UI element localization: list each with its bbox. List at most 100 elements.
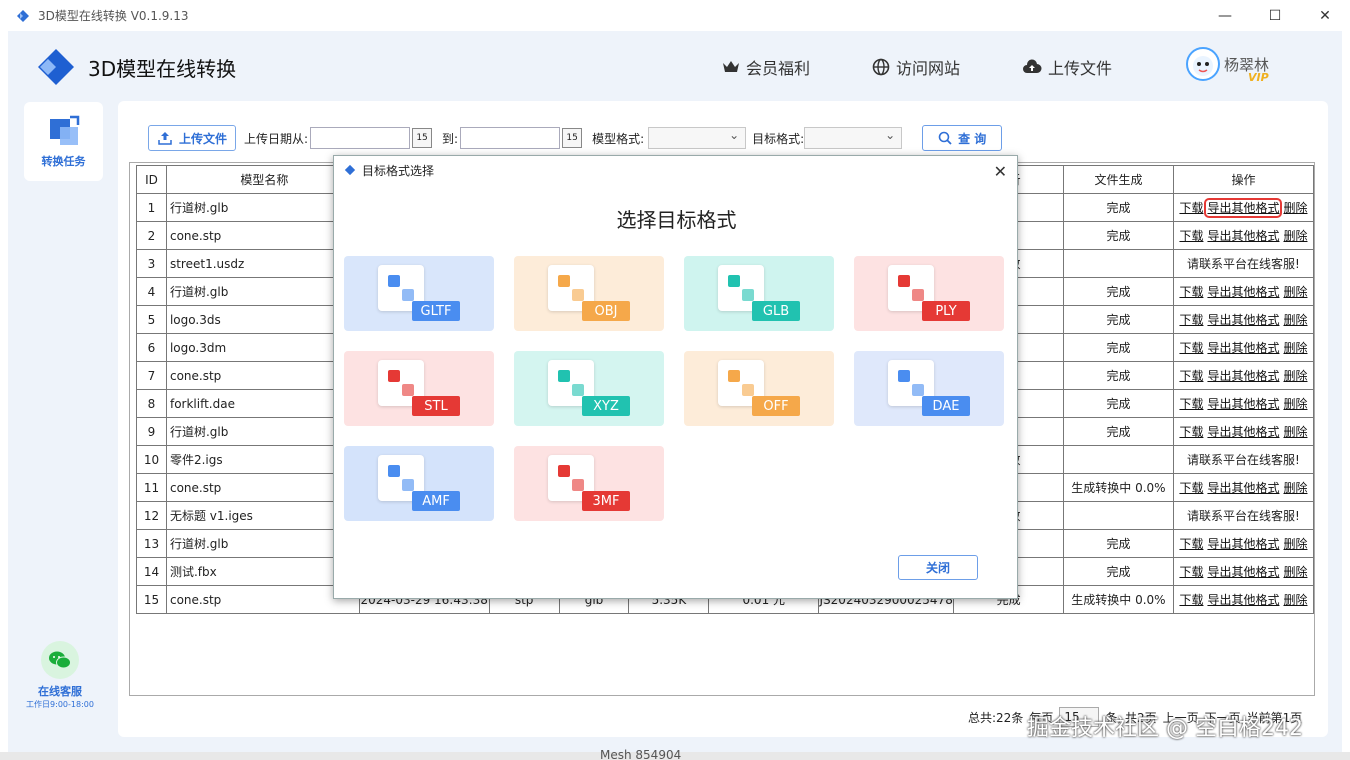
format-option-gltf[interactable]: GLTF (344, 256, 494, 331)
date-from-label: 上传日期从: (244, 131, 309, 146)
row-id: 9 (136, 417, 167, 446)
row-id: 13 (136, 529, 167, 558)
format-label: GLTF (412, 301, 460, 321)
export-other-format-link[interactable]: 导出其他格式 (1207, 425, 1279, 439)
download-link[interactable]: 下载 (1179, 481, 1203, 495)
export-other-format-link[interactable]: 导出其他格式 (1207, 229, 1279, 243)
download-link[interactable]: 下载 (1179, 201, 1203, 215)
sidebar-item-convert-tasks[interactable]: 转换任务 (24, 102, 103, 181)
delete-link[interactable]: 删除 (1283, 537, 1307, 551)
delete-link[interactable]: 删除 (1283, 425, 1307, 439)
crown-icon (723, 61, 739, 72)
dialog-close-button[interactable]: 关闭 (898, 555, 978, 580)
close-window-button[interactable]: ✕ (1300, 0, 1350, 31)
format-label: PLY (922, 301, 970, 321)
export-other-format-link[interactable]: 导出其他格式 (1207, 593, 1279, 607)
row-id: 10 (136, 445, 167, 474)
date-to-input[interactable] (460, 127, 561, 149)
format-option-stl[interactable]: STL (344, 351, 494, 426)
export-other-format-link[interactable]: 导出其他格式 (1204, 198, 1283, 218)
format-option-dae[interactable]: DAE (854, 351, 1004, 426)
ops-cell: 下载 导出其他格式 删除 (1172, 361, 1314, 390)
format-option-glb[interactable]: GLB (684, 256, 834, 331)
calendar-day: 15 (416, 133, 428, 143)
format-option-xyz[interactable]: XYZ (514, 351, 664, 426)
query-button[interactable]: 查 询 (922, 125, 1003, 151)
download-link[interactable]: 下载 (1179, 285, 1203, 299)
download-link[interactable]: 下载 (1179, 313, 1203, 327)
maximize-button[interactable]: ☐ (1250, 0, 1300, 31)
download-link[interactable]: 下载 (1179, 593, 1203, 607)
row-generate: 完成 (1062, 277, 1174, 306)
format-label: XYZ (582, 396, 630, 416)
delete-link[interactable]: 删除 (1283, 481, 1307, 495)
download-link[interactable]: 下载 (1179, 229, 1203, 243)
calendar-icon[interactable]: 15 (562, 128, 583, 148)
row-id: 11 (136, 473, 167, 502)
nav-upload-file[interactable]: 上传文件 (1022, 55, 1112, 79)
format-label: GLB (752, 301, 800, 321)
nav-visit-website[interactable]: 访问网站 (872, 55, 960, 79)
export-other-format-link[interactable]: 导出其他格式 (1207, 565, 1279, 579)
delete-link[interactable]: 删除 (1283, 313, 1307, 327)
row-generate: 完成 (1062, 361, 1174, 390)
download-link[interactable]: 下载 (1179, 565, 1203, 579)
row-generate: 生成转换中 0.0% (1062, 585, 1174, 614)
delete-link[interactable]: 删除 (1283, 369, 1307, 383)
row-generate: 完成 (1062, 221, 1174, 250)
delete-link[interactable]: 删除 (1283, 593, 1307, 607)
nav-label: 访问网站 (896, 59, 961, 78)
delete-link[interactable]: 删除 (1283, 397, 1307, 411)
row-id: 15 (136, 585, 167, 614)
format-option-obj[interactable]: OBJ (514, 256, 664, 331)
support-hours: 工作日9:00-18:00 (26, 700, 94, 709)
dialog-close-icon[interactable]: ✕ (994, 162, 1007, 181)
format-option-amf[interactable]: AMF (344, 446, 494, 521)
download-link[interactable]: 下载 (1179, 369, 1203, 383)
upload-file-button[interactable]: 上传文件 (148, 125, 236, 151)
export-other-format-link[interactable]: 导出其他格式 (1207, 481, 1279, 495)
ops-cell: 下载 导出其他格式 删除 (1172, 417, 1314, 446)
format-option-ply[interactable]: PLY (854, 256, 1004, 331)
delete-link[interactable]: 删除 (1283, 229, 1307, 243)
export-other-format-link[interactable]: 导出其他格式 (1207, 285, 1279, 299)
export-other-format-link[interactable]: 导出其他格式 (1207, 341, 1279, 355)
app-logo-icon (344, 164, 356, 176)
download-link[interactable]: 下载 (1179, 341, 1203, 355)
row-id: 4 (136, 277, 167, 306)
export-other-format-link[interactable]: 导出其他格式 (1207, 397, 1279, 411)
online-support[interactable]: 在线客服 工作日9:00-18:00 (16, 641, 104, 710)
calendar-icon[interactable]: 15 (412, 128, 433, 148)
delete-link[interactable]: 删除 (1283, 285, 1307, 299)
delete-link[interactable]: 删除 (1283, 565, 1307, 579)
nav-member-benefits[interactable]: 会员福利 (722, 55, 810, 79)
globe-icon (872, 58, 890, 76)
model-format-select[interactable] (648, 127, 747, 149)
row-id: 7 (136, 361, 167, 390)
ops-cell: 下载 导出其他格式 删除 (1172, 529, 1314, 558)
minimize-button[interactable]: — (1200, 0, 1250, 31)
export-other-format-link[interactable]: 导出其他格式 (1207, 313, 1279, 327)
ops-cell: 下载 导出其他格式 删除 (1172, 389, 1314, 418)
date-from-input[interactable] (310, 127, 411, 149)
format-option-3mf[interactable]: 3MF (514, 446, 664, 521)
export-other-format-link[interactable]: 导出其他格式 (1207, 369, 1279, 383)
ops-cell: 下载 导出其他格式 删除 (1172, 473, 1314, 502)
target-format-select[interactable] (804, 127, 903, 149)
download-link[interactable]: 下载 (1179, 397, 1203, 411)
total-count: 总共:22条 (968, 710, 1024, 725)
row-name: logo.3ds (165, 305, 360, 334)
download-link[interactable]: 下载 (1179, 425, 1203, 439)
delete-link[interactable]: 删除 (1283, 341, 1307, 355)
row-name: logo.3dm (165, 333, 360, 362)
row-name: 行道树.glb (165, 277, 360, 306)
row-generate: 生成转换中 0.0% (1062, 473, 1174, 502)
export-other-format-link[interactable]: 导出其他格式 (1207, 537, 1279, 551)
col-generate: 文件生成 (1062, 165, 1174, 194)
download-link[interactable]: 下载 (1179, 537, 1203, 551)
row-id: 1 (136, 193, 167, 222)
row-name: 行道树.glb (165, 193, 360, 222)
delete-link[interactable]: 删除 (1283, 201, 1307, 215)
format-label: STL (412, 396, 460, 416)
format-option-off[interactable]: OFF (684, 351, 834, 426)
